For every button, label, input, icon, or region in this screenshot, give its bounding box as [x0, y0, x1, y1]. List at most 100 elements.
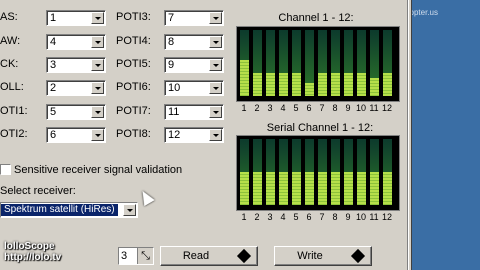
poti-label: POTI8: [116, 128, 151, 140]
channel-number: 8 [332, 103, 338, 113]
channel-number: 3 [267, 212, 273, 222]
poti-select[interactable]: 11 [164, 104, 224, 120]
channel-level-fill [383, 172, 392, 205]
channel-number: 1 [241, 212, 247, 222]
chevron-down-icon[interactable] [91, 59, 104, 71]
channel-level-fill [344, 172, 353, 205]
channel-level-bar [357, 30, 366, 96]
channel-level-fill [318, 172, 327, 205]
channel-number: 5 [293, 212, 299, 222]
channel-number: 9 [345, 103, 351, 113]
chevron-down-icon[interactable] [209, 82, 222, 94]
channel-number: 8 [332, 212, 338, 222]
channel-select[interactable]: 2 [46, 80, 106, 96]
channel-select-value: 4 [50, 36, 57, 48]
watermark-title: lolloScope [4, 241, 55, 252]
poti-select-value: 9 [168, 59, 175, 71]
chevron-down-icon[interactable] [209, 12, 222, 24]
channel-number: 11 [369, 103, 379, 113]
serial-channel-bars-panel [236, 135, 400, 211]
channel-level-fill [344, 73, 353, 96]
channel-number: 12 [382, 103, 393, 113]
poti-label: POTI3: [116, 11, 151, 23]
channel-select[interactable]: 6 [46, 127, 106, 143]
channel-level-bar [266, 139, 275, 205]
watermark-logo: lolloScope http://lolo.tv [4, 241, 61, 263]
channel-number: 7 [319, 212, 325, 222]
poti-select-value: 8 [168, 36, 175, 48]
channel-level-fill [383, 73, 392, 96]
channel-level-fill [318, 73, 327, 96]
read-button[interactable]: Read [160, 246, 258, 266]
channel-label: AW: [0, 35, 21, 47]
chevron-down-icon[interactable] [209, 36, 222, 48]
sensitive-validation-checkbox[interactable] [0, 164, 11, 175]
channel-level-fill [292, 73, 301, 96]
poti-label: POTI4: [116, 35, 151, 47]
receiver-select[interactable]: Spektrum satellit (HiRes) [0, 202, 138, 218]
chevron-down-icon[interactable] [209, 129, 222, 141]
chevron-down-icon[interactable] [123, 204, 136, 216]
chevron-down-icon[interactable] [91, 12, 104, 24]
channel-level-fill [279, 172, 288, 205]
poti-label: POTI5: [116, 58, 151, 70]
poti-select[interactable]: 12 [164, 127, 224, 143]
channel-level-bar [240, 139, 249, 205]
channel-level-bar [357, 139, 366, 205]
poti-label: POTI6: [116, 81, 151, 93]
chevron-down-icon[interactable] [91, 36, 104, 48]
read-button-label: Read [182, 250, 210, 262]
channel-label: OLL: [0, 81, 24, 93]
poti-select[interactable]: 10 [164, 80, 224, 96]
channel-level-bar [331, 30, 340, 96]
poti-select-value: 10 [168, 82, 181, 94]
chevron-down-icon[interactable] [91, 129, 104, 141]
chevron-down-icon[interactable] [91, 106, 104, 118]
resize-arrows-icon[interactable]: ⤡ [137, 248, 153, 264]
repeat-count-spinner[interactable]: 3 ⤡ [118, 247, 154, 265]
channel-level-bar [318, 30, 327, 96]
diamond-arrow-icon [236, 248, 252, 264]
channel-level-fill [253, 172, 262, 205]
channel-level-fill [240, 60, 249, 96]
spinner-value: 3 [121, 250, 128, 262]
poti-select-value: 7 [168, 12, 175, 24]
poti-select[interactable]: 8 [164, 34, 224, 50]
chevron-down-icon[interactable] [91, 82, 104, 94]
poti-select[interactable]: 7 [164, 10, 224, 26]
channel-level-bar [292, 139, 301, 205]
channel-level-bar [240, 30, 249, 96]
channel-level-bar [370, 139, 379, 205]
channel-level-fill [240, 172, 249, 205]
channel-select[interactable]: 4 [46, 34, 106, 50]
serial-panel-title: Serial Channel 1 - 12: [266, 122, 374, 134]
diamond-arrow-icon [350, 248, 366, 264]
channel-level-fill [279, 73, 288, 96]
write-button-label: Write [297, 250, 323, 262]
channel-label: OTI1: [0, 105, 28, 117]
channel-select[interactable]: 5 [46, 104, 106, 120]
channel-number: 1 [241, 103, 247, 113]
channel-level-fill [331, 172, 340, 205]
write-button[interactable]: Write [274, 246, 372, 266]
poti-label: POTI7: [116, 105, 151, 117]
channel-select[interactable]: 1 [46, 10, 106, 26]
channel-level-fill [305, 172, 314, 205]
poti-select[interactable]: 9 [164, 57, 224, 73]
channel-number: 10 [356, 103, 367, 113]
channel-level-bar [279, 139, 288, 205]
channel-level-fill [357, 73, 366, 96]
channel-level-bar [383, 30, 392, 96]
channel-level-bar [370, 30, 379, 96]
channel-level-bar [279, 30, 288, 96]
channel-number: 7 [319, 103, 325, 113]
channel-level-bar [266, 30, 275, 96]
channel-level-bar [331, 139, 340, 205]
channel-label: OTI2: [0, 128, 28, 140]
channel-level-fill [331, 73, 340, 96]
channel-level-fill [357, 172, 366, 205]
chevron-down-icon[interactable] [209, 106, 222, 118]
chevron-down-icon[interactable] [209, 59, 222, 71]
channel-select[interactable]: 3 [46, 57, 106, 73]
channel-number: 6 [306, 103, 312, 113]
